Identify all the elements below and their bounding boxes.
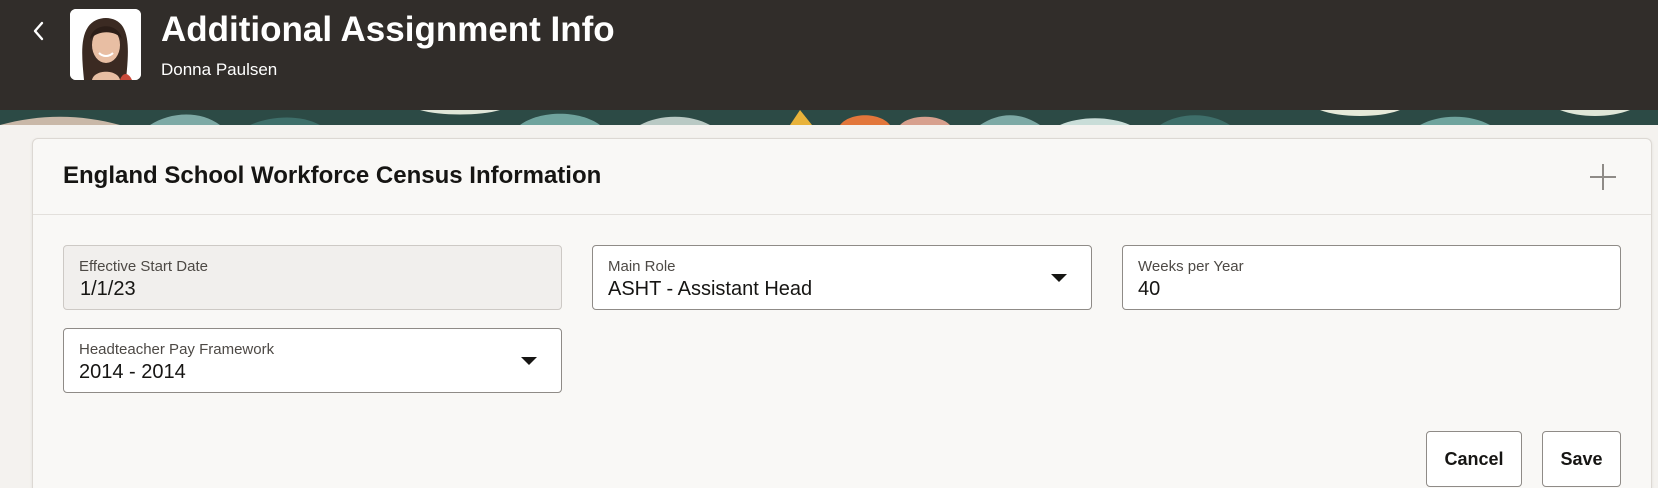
effective-start-date-field: Effective Start Date 1/1/23 bbox=[63, 245, 562, 310]
dropdown-arrow-icon[interactable] bbox=[1051, 274, 1067, 282]
page-title: Additional Assignment Info bbox=[161, 10, 615, 49]
main-role-select[interactable]: Main Role ASHT - Assistant Head bbox=[592, 245, 1092, 310]
plus-icon bbox=[1590, 164, 1616, 190]
panel-header: England School Workforce Census Informat… bbox=[33, 139, 1651, 215]
cancel-button[interactable]: Cancel bbox=[1426, 431, 1522, 487]
person-name: Donna Paulsen bbox=[161, 60, 278, 79]
back-button[interactable] bbox=[26, 18, 52, 44]
headteacher-pay-framework-label: Headteacher Pay Framework bbox=[79, 341, 275, 358]
effective-start-date-value: 1/1/23 bbox=[80, 278, 136, 300]
headteacher-pay-framework-select[interactable]: Headteacher Pay Framework 2014 - 2014 bbox=[63, 328, 562, 393]
save-button[interactable]: Save bbox=[1542, 431, 1621, 487]
weeks-per-year-input[interactable]: Weeks per Year 40 bbox=[1122, 245, 1621, 310]
effective-start-date-label: Effective Start Date bbox=[79, 258, 208, 275]
avatar bbox=[70, 9, 141, 80]
chevron-left-icon bbox=[33, 21, 44, 41]
add-button[interactable] bbox=[1585, 159, 1621, 195]
main-role-label: Main Role bbox=[608, 258, 676, 275]
decorative-banner bbox=[0, 110, 1658, 125]
weeks-per-year-label: Weeks per Year bbox=[1138, 258, 1244, 275]
page-header: Additional Assignment Info Donna Paulsen bbox=[0, 0, 1658, 110]
main-role-value: ASHT - Assistant Head bbox=[608, 278, 813, 300]
headteacher-pay-framework-value: 2014 - 2014 bbox=[79, 361, 186, 383]
dropdown-arrow-icon[interactable] bbox=[521, 357, 537, 365]
weeks-per-year-value[interactable]: 40 bbox=[1138, 278, 1160, 301]
census-info-panel: England School Workforce Census Informat… bbox=[32, 138, 1652, 488]
section-title: England School Workforce Census Informat… bbox=[63, 162, 602, 189]
